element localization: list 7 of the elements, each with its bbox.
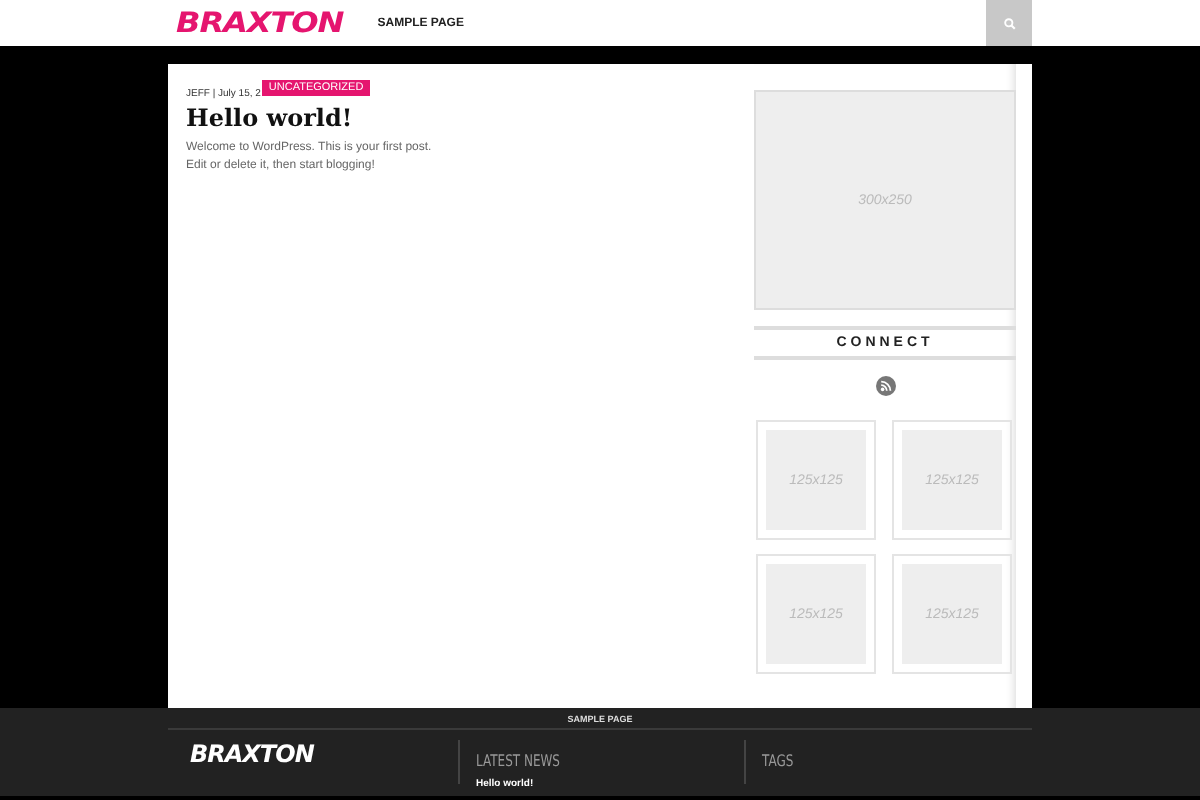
rss-icon[interactable] [875,376,895,396]
footer-logo[interactable]: BRAXTON [190,740,314,768]
footer-heading: LATEST NEWS [476,752,560,772]
footer-heading: TAGS [762,752,794,772]
search-icon [1003,17,1015,29]
post-title[interactable]: Hello world! [186,104,702,132]
site-logo[interactable]: BRAXTON [176,7,344,39]
